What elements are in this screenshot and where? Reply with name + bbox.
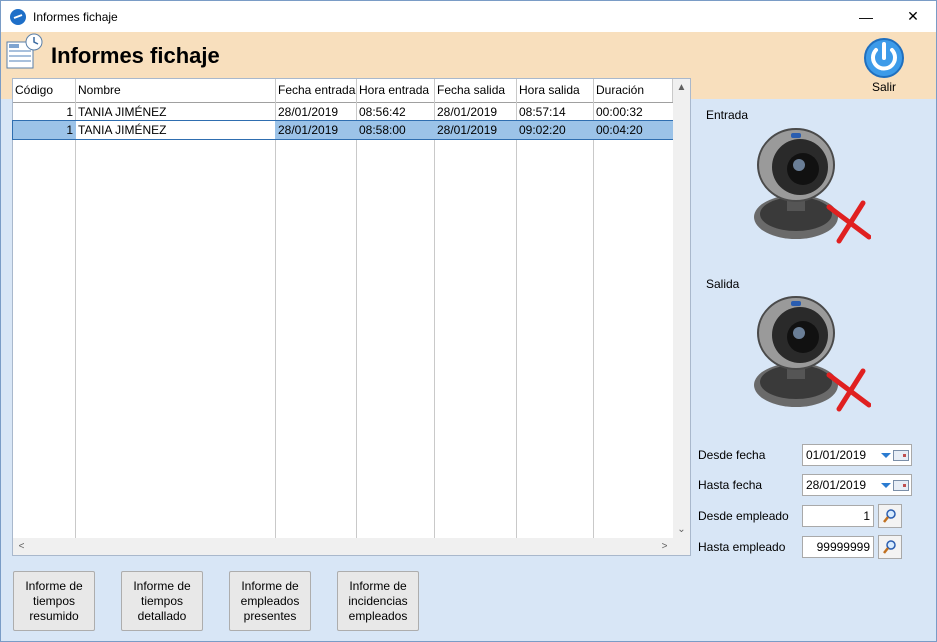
cell-nombre: TANIA JIMÉNEZ xyxy=(78,105,167,119)
cell-hora-entrada: 08:56:42 xyxy=(359,105,406,119)
column-header-nombre[interactable]: Nombre xyxy=(76,79,276,102)
cell-codigo: 1 xyxy=(66,105,73,119)
desde-fecha-field[interactable]: 01/01/2019 xyxy=(802,444,912,466)
column-divider xyxy=(356,102,357,538)
app-window: Informes fichaje — ✕ Informes fichaje Sa… xyxy=(0,0,937,642)
calendar-icon xyxy=(893,479,909,491)
app-icon xyxy=(10,9,26,25)
column-divider xyxy=(434,102,435,538)
chevron-down-icon xyxy=(881,452,891,458)
desde-empleado-label: Desde empleado xyxy=(698,509,789,523)
search-icon xyxy=(883,540,896,554)
cell-duracion: 00:00:32 xyxy=(596,105,643,119)
cell-hora-entrada: 08:58:00 xyxy=(359,123,406,137)
webcam-icon xyxy=(751,125,872,245)
entrada-label: Entrada xyxy=(706,108,749,122)
column-divider xyxy=(516,102,517,538)
close-button[interactable]: ✕ xyxy=(890,1,936,32)
column-divider xyxy=(275,102,276,538)
column-divider xyxy=(593,102,594,538)
cell-fecha-salida: 28/01/2019 xyxy=(437,123,498,137)
scroll-up-icon[interactable]: ▲ xyxy=(673,79,690,96)
table-header: Código Nombre Fecha entrada Hora entrada… xyxy=(13,79,673,103)
column-header-hora-entrada[interactable]: Hora entrada xyxy=(357,79,435,102)
report-presentes-button[interactable]: Informe de empleados presentes xyxy=(229,571,311,631)
cell-hora-salida: 08:57:14 xyxy=(519,105,566,119)
scrollbar-corner xyxy=(673,538,690,555)
webcam-icon xyxy=(751,293,872,413)
records-table[interactable]: Código Nombre Fecha entrada Hora entrada… xyxy=(12,78,691,556)
desde-fecha-label: Desde fecha xyxy=(698,448,766,462)
date-picker-button[interactable] xyxy=(873,445,911,465)
exit-label: Salir xyxy=(871,80,896,94)
hasta-fecha-label: Hasta fecha xyxy=(698,478,763,492)
calendar-icon xyxy=(893,449,909,461)
table-row[interactable]: 1 TANIA JIMÉNEZ 28/01/2019 08:56:42 28/0… xyxy=(13,103,673,121)
page-title: Informes fichaje xyxy=(51,43,220,68)
cell-nombre: TANIA JIMÉNEZ xyxy=(76,121,275,139)
column-header-codigo[interactable]: Código xyxy=(13,79,76,102)
cell-fecha-salida: 28/01/2019 xyxy=(437,105,498,119)
title-bar: Informes fichaje — ✕ xyxy=(1,1,936,32)
cell-codigo: 1 xyxy=(66,123,73,137)
minimize-button[interactable]: — xyxy=(843,1,889,32)
vertical-scrollbar[interactable]: ▲ ⌄ xyxy=(673,79,690,538)
cell-fecha-entrada: 28/01/2019 xyxy=(278,123,339,137)
search-employee-button[interactable] xyxy=(878,535,902,559)
column-header-fecha-entrada[interactable]: Fecha entrada xyxy=(276,79,357,102)
scroll-left-icon[interactable]: < xyxy=(13,538,30,555)
hasta-empleado-field[interactable]: 99999999 xyxy=(802,536,874,558)
column-header-fecha-salida[interactable]: Fecha salida xyxy=(435,79,517,102)
report-icon xyxy=(5,32,45,72)
table-row[interactable]: 1 TANIA JIMÉNEZ 28/01/2019 08:58:00 28/0… xyxy=(12,120,674,140)
hasta-fecha-field[interactable]: 28/01/2019 xyxy=(802,474,912,496)
exit-button[interactable]: Salir xyxy=(856,35,912,97)
column-header-duracion[interactable]: Duración xyxy=(594,79,673,102)
column-divider xyxy=(75,102,76,538)
scroll-right-icon[interactable]: > xyxy=(656,538,673,555)
window-title: Informes fichaje xyxy=(33,10,118,24)
scroll-down-icon[interactable]: ⌄ xyxy=(673,521,690,538)
salida-label: Salida xyxy=(706,277,740,291)
cell-duracion: 00:04:20 xyxy=(596,123,643,137)
cell-hora-salida: 09:02:20 xyxy=(519,123,566,137)
hasta-fecha-value: 28/01/2019 xyxy=(806,478,867,492)
desde-fecha-value: 01/01/2019 xyxy=(806,448,867,462)
search-icon xyxy=(883,509,896,523)
report-detallado-button[interactable]: Informe de tiempos detallado xyxy=(121,571,203,631)
hasta-empleado-label: Hasta empleado xyxy=(698,540,786,554)
search-employee-button[interactable] xyxy=(878,504,902,528)
report-incidencias-button[interactable]: Informe de incidencias empleados xyxy=(337,571,419,631)
report-resumido-button[interactable]: Informe de tiempos resumido xyxy=(13,571,95,631)
power-icon xyxy=(864,38,904,78)
desde-empleado-field[interactable]: 1 xyxy=(802,505,874,527)
date-picker-button[interactable] xyxy=(873,475,911,495)
horizontal-scrollbar[interactable]: < > xyxy=(13,538,673,555)
column-header-hora-salida[interactable]: Hora salida xyxy=(517,79,594,102)
chevron-down-icon xyxy=(881,482,891,488)
cell-fecha-entrada: 28/01/2019 xyxy=(278,105,339,119)
